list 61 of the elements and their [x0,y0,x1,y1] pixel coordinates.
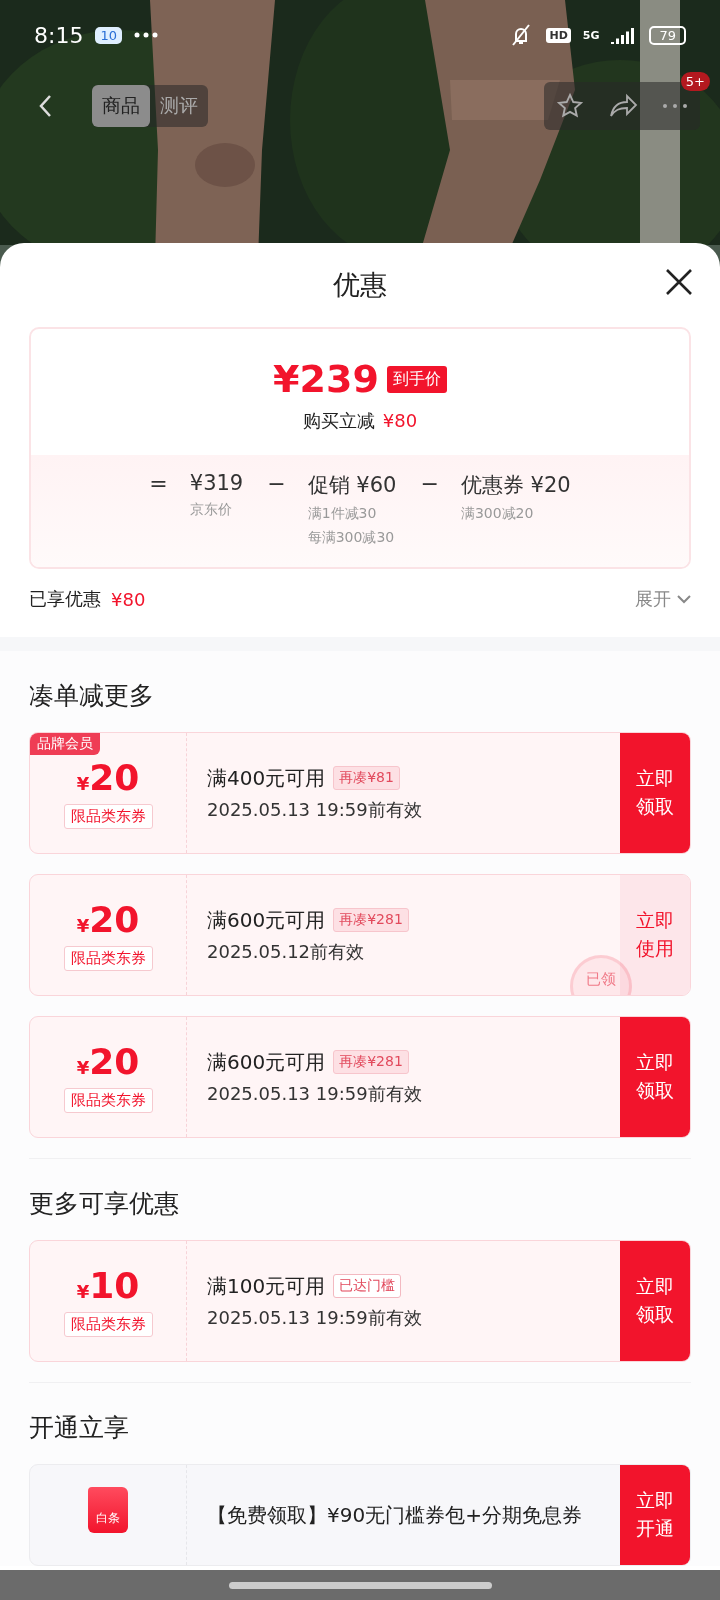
coupon-scope: 限品类东券 [63,1312,153,1337]
home-indicator[interactable] [228,1581,492,1589]
enjoyed-discount-amount: ¥80 [111,588,146,610]
price-note: 每满300减30 [307,529,396,547]
star-icon [556,92,584,120]
header-tab[interactable]: 商品 [92,85,150,127]
section-title: 凑单减更多 [29,680,155,712]
coupon-amount: ¥20 [76,1041,140,1082]
price-component: 优惠券 ¥20 [460,472,571,499]
status-time: 8:15 [34,22,84,48]
coupon-validity: 2025.05.12前有效 [207,939,366,964]
operator: − [267,471,286,498]
expand-toggle[interactable]: 展开 [635,587,691,611]
final-price: ¥239 [273,357,379,401]
instant-discount-label: 购买立减 [302,409,375,433]
coupon-condition: 满100元可用 [207,1272,326,1300]
coupon-action-button[interactable]: 立即领取 [620,733,690,853]
service-action-button[interactable]: 立即开通 [620,1465,690,1565]
instant-discount-amount: ¥80 [382,410,418,431]
coupon-condition: 满400元可用 [207,764,326,792]
enjoyed-discount-label: 已享优惠 [29,587,101,611]
price-note: 满300减20 [460,505,535,523]
coupon-tag: 已达门槛 [333,1274,402,1298]
close-button[interactable] [664,267,694,297]
more-notifications-icon [133,32,158,38]
coupon-amount: ¥20 [76,899,140,940]
network-type: 5G [582,28,600,42]
price-note: 满1件减30 [307,505,378,523]
coupon-amount: ¥10 [76,1265,140,1306]
price-component: 促销 ¥60 [307,472,397,499]
chevron-left-icon [38,94,52,118]
iou-icon: 白条 [88,1487,128,1533]
sheet-title: 优惠 [333,268,387,302]
service-description: 【免费领取】¥90无门槛券包+分期免息券 [207,1502,583,1529]
coupon-scope: 限品类东券 [63,1088,153,1113]
coupon-validity: 2025.05.13 19:59前有效 [207,1305,423,1330]
coupon-action-button[interactable]: 立即使用 [620,875,690,995]
member-badge: 品牌会员 [30,733,100,755]
header-tab[interactable]: 测评 [150,85,208,127]
coupon-tag: 再凑¥281 [333,1050,409,1074]
battery-indicator: 79 [649,25,686,45]
section-title: 开通立享 [29,1412,130,1444]
final-price-tag: 到手价 [386,365,447,393]
coupon-tag: 再凑¥281 [333,908,409,932]
coupon-action-button[interactable]: 立即领取 [620,1241,690,1361]
operator: = [149,471,168,498]
chevron-down-icon [677,594,691,604]
section-title: 更多可享优惠 [29,1188,180,1220]
coupon-amount: ¥20 [76,757,140,798]
more-icon [662,104,688,108]
price-component: ¥319 [189,471,244,495]
coupon-scope: 限品类东券 [63,804,153,829]
coupon-validity: 2025.05.13 19:59前有效 [207,797,423,822]
coupon-scope: 限品类东券 [63,946,153,971]
coupon-action-button[interactable]: 立即领取 [620,1017,690,1137]
operator: − [420,471,439,498]
coupon-condition: 满600元可用 [207,906,326,934]
coupon-validity: 2025.05.13 19:59前有效 [207,1081,423,1106]
price-note: 京东价 [189,501,233,519]
coupon-condition: 满600元可用 [207,1048,326,1076]
coupon-tag: 再凑¥81 [333,766,400,790]
